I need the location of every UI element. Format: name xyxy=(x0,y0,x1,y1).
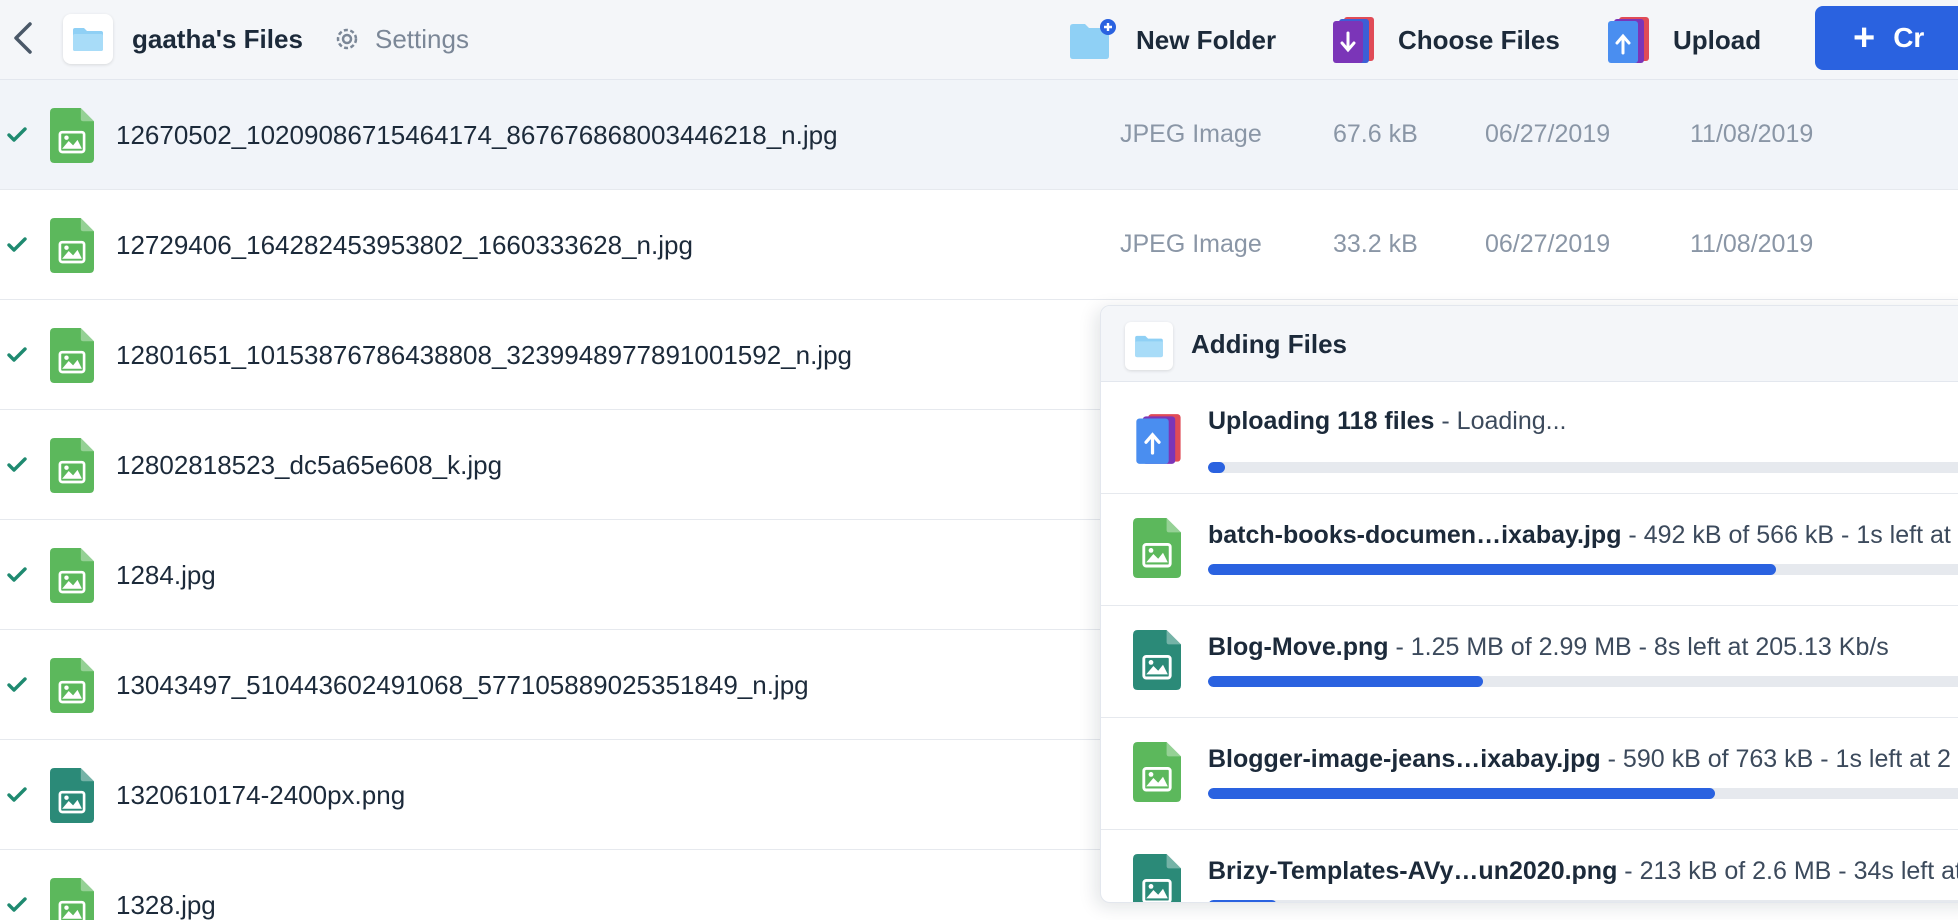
folder-icon xyxy=(73,28,103,51)
jpg-file-icon xyxy=(50,878,94,920)
upload-button[interactable]: Upload xyxy=(1605,12,1761,68)
file-name[interactable]: 13043497_510443602491068_577105889025351… xyxy=(116,668,809,702)
upload-file-name: Brizy-Templates-AVy…un2020.png xyxy=(1208,857,1618,885)
file-type: JPEG Image xyxy=(1120,120,1262,148)
progress-fill xyxy=(1208,564,1776,575)
file-name[interactable]: 1328.jpg xyxy=(116,888,216,920)
upload-file-status: - 492 kB of 566 kB - 1s left at xyxy=(1621,521,1951,549)
row-checkbox[interactable] xyxy=(0,118,34,152)
upload-progress xyxy=(1208,900,1958,902)
file-name[interactable]: 12802818523_dc5a65e608_k.jpg xyxy=(116,448,502,482)
row-checkbox[interactable] xyxy=(0,668,34,702)
file-created-date: 06/27/2019 xyxy=(1485,120,1611,148)
upload-item: Blog-Move.png - 1.25 MB of 2.99 MB - 8s … xyxy=(1101,606,1958,718)
upload-item: Brizy-Templates-AVy…un2020.png - 213 kB … xyxy=(1101,830,1958,902)
file-row[interactable]: 12670502_10209086715464174_8676768680034… xyxy=(0,80,1958,190)
upload-summary-progress xyxy=(1208,462,1958,473)
upload-panel-header: Adding Files xyxy=(1101,306,1958,382)
gear-icon xyxy=(336,28,358,50)
new-folder-button[interactable]: New Folder xyxy=(1068,12,1276,68)
jpg-file-icon xyxy=(50,218,94,273)
jpg-file-icon xyxy=(50,328,94,383)
upload-file-status: - 1.25 MB of 2.99 MB - 8s left at 205.13… xyxy=(1388,633,1889,661)
file-name[interactable]: 1284.jpg xyxy=(116,558,216,592)
row-checkbox[interactable] xyxy=(0,338,34,372)
file-row[interactable]: 12729406_164282453953802_1660333628_n.jp… xyxy=(0,190,1958,300)
checkmark-icon xyxy=(7,567,27,582)
file-created-date: 06/27/2019 xyxy=(1485,230,1611,258)
file-name[interactable]: 12670502_10209086715464174_8676768680034… xyxy=(116,118,838,152)
upload-progress xyxy=(1208,564,1958,575)
back-button[interactable] xyxy=(8,18,38,58)
progress-fill xyxy=(1208,676,1484,687)
new-folder-icon xyxy=(1070,19,1116,59)
create-button[interactable]: + Cr xyxy=(1815,6,1958,70)
jpg-file-icon xyxy=(50,108,94,163)
upload-label: Upload xyxy=(1673,24,1762,55)
file-modified-date: 11/08/2019 xyxy=(1690,230,1814,258)
jpg-file-icon xyxy=(50,438,94,493)
upload-file-status: - 213 kB of 2.6 MB - 34s left at xyxy=(1617,857,1958,885)
create-label: Cr xyxy=(1893,22,1925,53)
jpg-file-icon xyxy=(1133,742,1181,802)
checkmark-icon xyxy=(7,457,27,472)
upload-panel: Adding Files Uploading 118 files - Loadi… xyxy=(1100,305,1958,903)
upload-progress xyxy=(1208,788,1958,799)
plus-icon: + xyxy=(1853,17,1876,59)
choose-files-label: Choose Files xyxy=(1398,24,1560,55)
toolbar: gaatha's Files Settings New Folder Choos… xyxy=(0,0,1958,80)
row-checkbox[interactable] xyxy=(0,888,34,920)
jpg-file-icon xyxy=(1133,518,1181,578)
choose-files-button[interactable]: Choose Files xyxy=(1330,12,1560,68)
file-size: 67.6 kB xyxy=(1333,120,1418,148)
file-name[interactable]: 12729406_164282453953802_1660333628_n.jp… xyxy=(116,228,693,262)
checkmark-icon xyxy=(7,787,27,802)
upload-progress xyxy=(1208,676,1958,687)
upload-summary-status: - Loading... xyxy=(1434,407,1567,435)
file-name[interactable]: 12801651_10153876786438808_3239948977891… xyxy=(116,338,852,372)
folder-chip xyxy=(63,14,113,64)
upload-file-icon xyxy=(1608,17,1649,63)
progress-fill xyxy=(1208,462,1226,473)
upload-file-name: Blog-Move.png xyxy=(1208,633,1389,661)
checkmark-icon xyxy=(7,347,27,362)
progress-fill xyxy=(1208,788,1716,799)
checkmark-icon xyxy=(7,677,27,692)
file-type: JPEG Image xyxy=(1120,230,1262,258)
row-checkbox[interactable] xyxy=(0,778,34,812)
folder-icon xyxy=(1135,335,1163,358)
upload-file-name: batch-books-documen…ixabay.jpg xyxy=(1208,521,1622,549)
jpg-file-icon xyxy=(50,658,94,713)
panel-folder-chip xyxy=(1125,322,1173,370)
checkmark-icon xyxy=(7,897,27,912)
download-file-icon xyxy=(1333,17,1374,63)
png-file-icon xyxy=(1133,854,1181,902)
new-folder-label: New Folder xyxy=(1136,24,1277,55)
jpg-file-icon xyxy=(50,548,94,603)
settings-label: Settings xyxy=(375,23,469,54)
upload-panel-title: Adding Files xyxy=(1191,329,1347,359)
file-modified-date: 11/08/2019 xyxy=(1690,120,1814,148)
upload-file-name: Blogger-image-jeans…ixabay.jpg xyxy=(1208,745,1601,773)
file-name[interactable]: 1320610174-2400px.png xyxy=(116,778,405,812)
row-checkbox[interactable] xyxy=(0,228,34,262)
upload-summary: Uploading 118 files - Loading... xyxy=(1101,382,1958,494)
upload-summary-count: Uploading 118 files xyxy=(1208,407,1435,435)
settings-button[interactable]: Settings xyxy=(333,20,469,58)
page-title: gaatha's Files xyxy=(132,24,303,54)
row-checkbox[interactable] xyxy=(0,558,34,592)
checkmark-icon xyxy=(7,237,27,252)
file-size: 33.2 kB xyxy=(1333,230,1418,258)
png-file-icon xyxy=(50,768,94,823)
upload-item: Blogger-image-jeans…ixabay.jpg - 590 kB … xyxy=(1101,718,1958,830)
upload-file-status: - 590 kB of 763 kB - 1s left at 2 xyxy=(1600,745,1951,773)
checkmark-icon xyxy=(7,127,27,142)
progress-fill xyxy=(1208,900,1277,902)
upload-item: batch-books-documen…ixabay.jpg - 492 kB … xyxy=(1101,494,1958,606)
png-file-icon xyxy=(1133,630,1181,690)
upload-file-icon xyxy=(1136,414,1181,464)
row-checkbox[interactable] xyxy=(0,448,34,482)
chevron-left-icon xyxy=(14,22,32,54)
